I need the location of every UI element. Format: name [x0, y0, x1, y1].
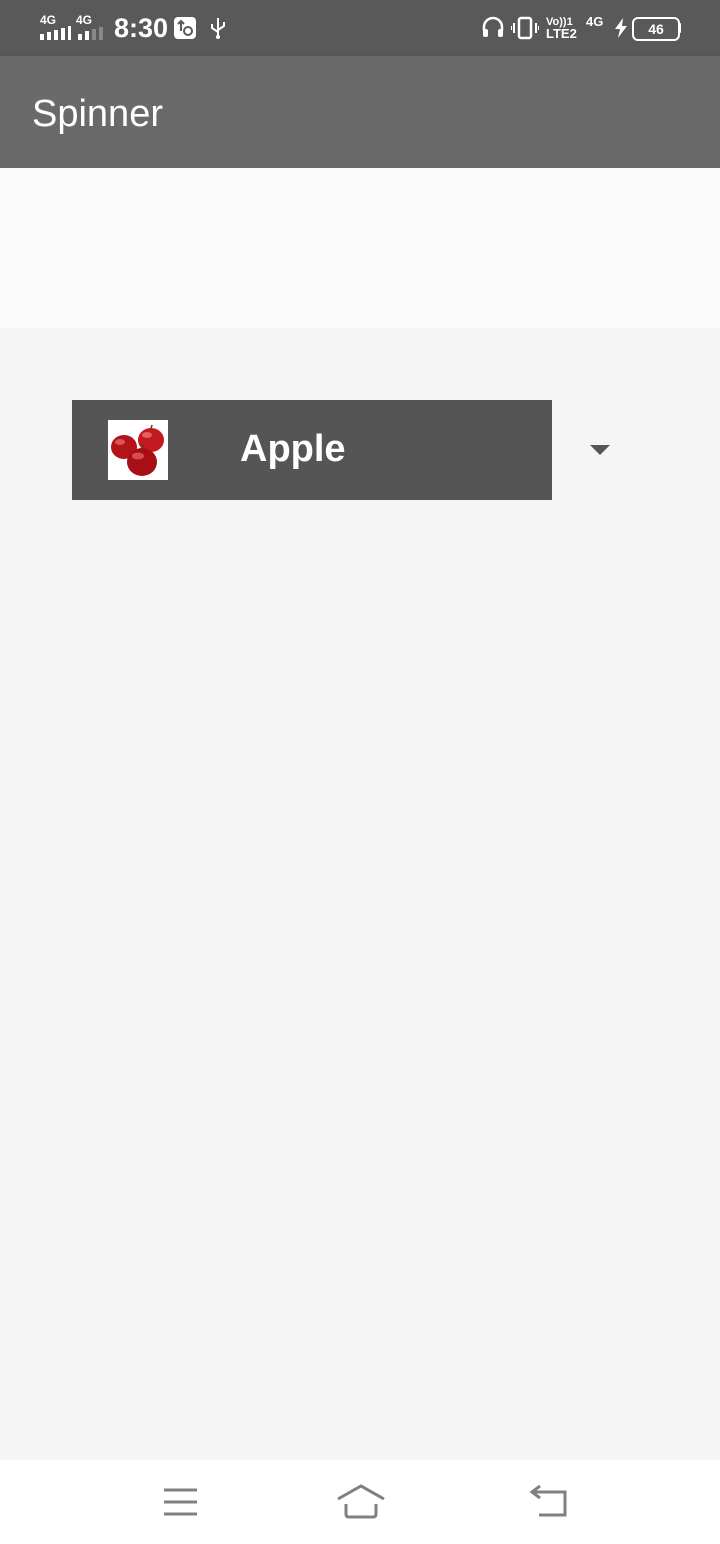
network-type-label: 4G [586, 14, 604, 29]
battery-tip [678, 23, 681, 33]
headset-icon [482, 16, 504, 37]
sim2-network-label: 4G [76, 13, 93, 27]
home-icon[interactable] [335, 1482, 387, 1522]
status-bar: 4G 4G 8:30 Vo))1 LTE2 4G 46 [0, 0, 720, 56]
battery-level: 46 [648, 21, 664, 37]
signal-icon [40, 26, 71, 40]
page-title: Spinner [32, 93, 163, 135]
sim1-network-label: 4G [40, 13, 57, 27]
header-area [0, 168, 720, 328]
charging-icon [615, 18, 627, 38]
menu-icon[interactable] [162, 1482, 200, 1522]
battery-icon: 46 [632, 17, 680, 41]
fruit-spinner[interactable]: Apple [72, 400, 632, 500]
spinner-selected-item[interactable]: Apple [72, 400, 552, 500]
dropdown-arrow-icon[interactable] [590, 445, 610, 455]
spinner-selected-label: Apple [240, 428, 346, 470]
clock: 8:30 [114, 13, 169, 43]
back-icon[interactable] [528, 1482, 570, 1522]
apple-image [108, 420, 168, 480]
vibrate-icon [511, 16, 539, 40]
app-bar: Spinner [0, 56, 720, 168]
signal-icon [78, 27, 103, 40]
usb-debug-icon [174, 17, 196, 39]
usb-icon [211, 18, 225, 39]
lte-label: LTE2 [546, 26, 577, 41]
navigation-bar [0, 1460, 720, 1544]
